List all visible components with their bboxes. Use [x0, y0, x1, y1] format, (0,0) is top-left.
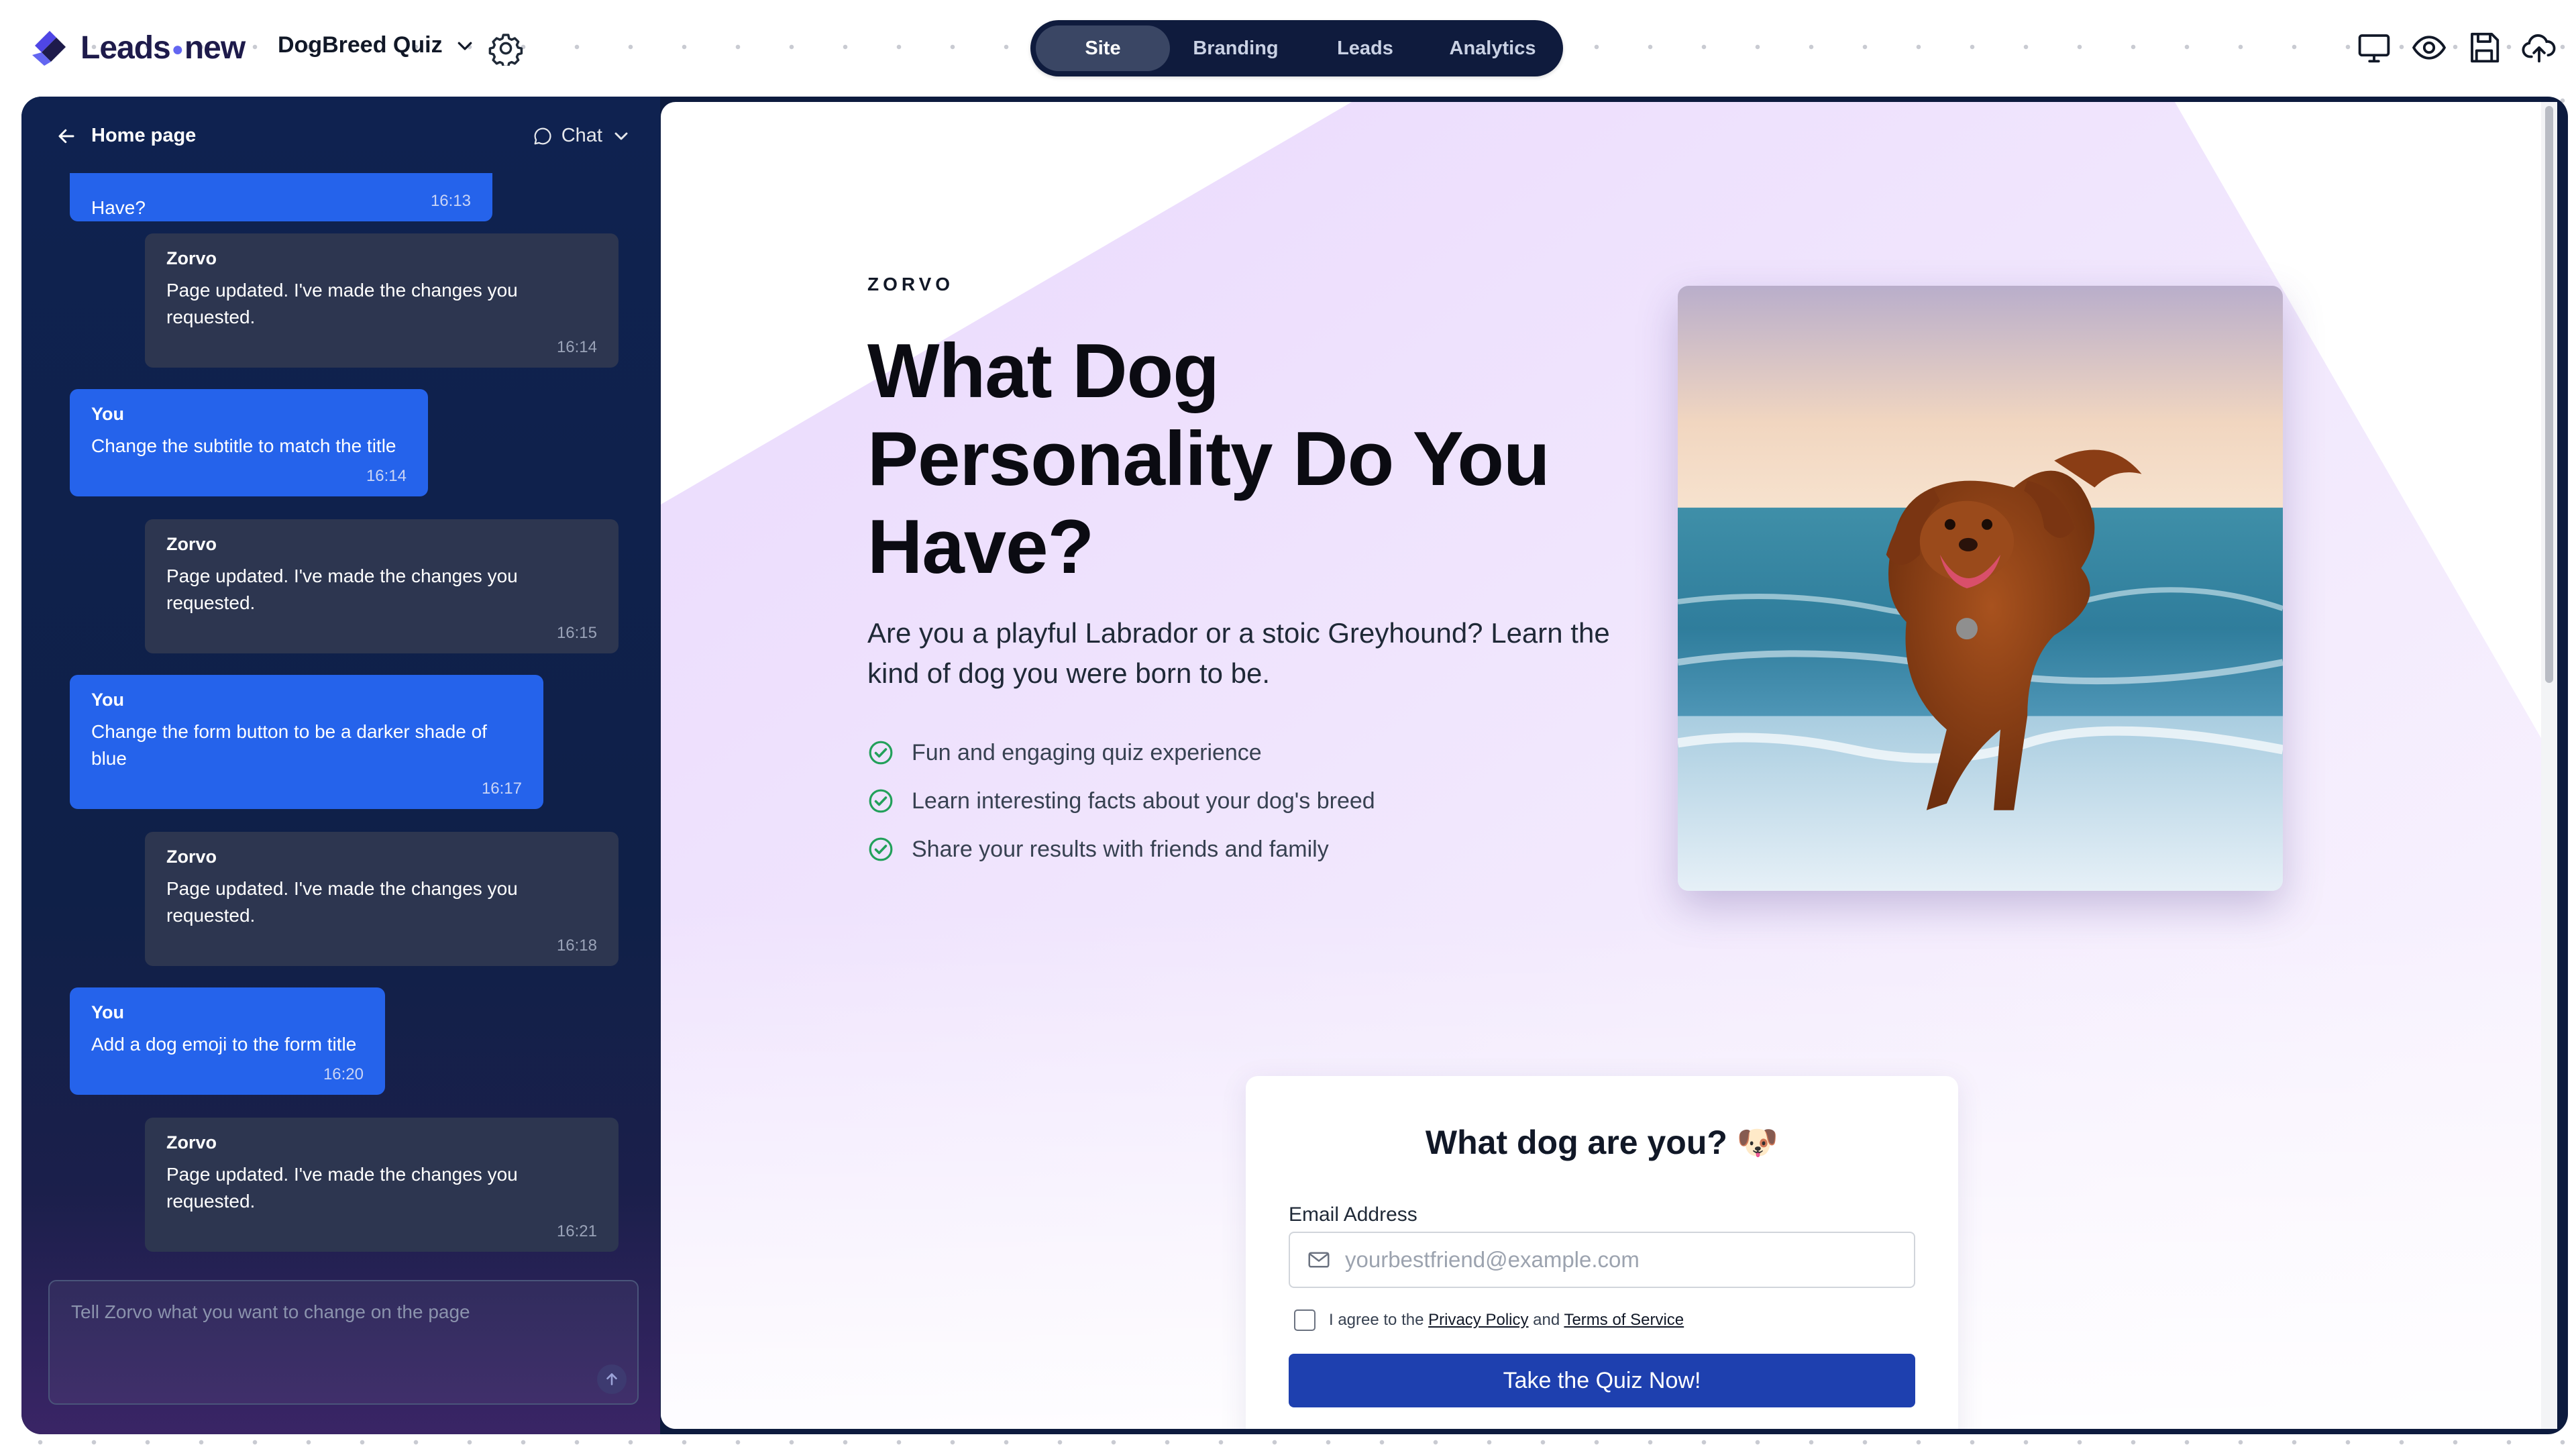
toolbar-actions: [2356, 30, 2557, 66]
arrow-up-icon: [606, 1373, 617, 1385]
arrow-left-icon: [58, 129, 74, 143]
privacy-policy-link[interactable]: Privacy Policy: [1428, 1311, 1528, 1329]
feature-item: Learn interesting facts about your dog's…: [867, 777, 1375, 825]
chat-message-bot: Zorvo Page updated. I've made the change…: [145, 233, 619, 368]
site-preview: ZORVO What Dog Personality Do You Have? …: [661, 102, 2557, 1429]
save-icon[interactable]: [2466, 30, 2502, 66]
send-button[interactable]: [597, 1364, 627, 1394]
dog-on-beach-illustration: [1678, 286, 2283, 891]
mail-icon: [1308, 1252, 1330, 1268]
check-circle-icon: [869, 741, 893, 765]
email-field-wrapper: [1289, 1232, 1915, 1288]
editor-frame: Home page Chat Have? 16:13 Zorvo Page up…: [21, 97, 2568, 1434]
chat-bubble-icon: [534, 127, 551, 144]
chat-input[interactable]: [50, 1281, 637, 1403]
brand-wordmark: ZORVO: [867, 274, 955, 294]
main-tabs: Site Branding Leads Analytics: [1030, 20, 1563, 76]
consent-row: I agree to the Privacy Policy and Terms …: [1294, 1309, 1684, 1331]
chat-messages: Have? 16:13 Zorvo Page updated. I've mad…: [21, 173, 660, 1354]
back-label: Home page: [91, 125, 197, 146]
cloud-upload-icon[interactable]: [2521, 30, 2557, 66]
chat-panel: Home page Chat Have? 16:13 Zorvo Page up…: [21, 97, 660, 1434]
hero-dog-image: [1678, 286, 2283, 891]
chat-message-user: You Change the form button to be a darke…: [70, 675, 543, 809]
chat-message-user: You Add a dog emoji to the form title 16…: [70, 987, 385, 1095]
chat-message-user: Have? 16:13: [70, 173, 492, 221]
gear-icon[interactable]: [488, 31, 523, 66]
tab-branding[interactable]: Branding: [1170, 25, 1301, 71]
take-quiz-button[interactable]: Take the Quiz Now!: [1289, 1354, 1915, 1407]
logo-mark-icon: [32, 31, 66, 66]
consent-checkbox[interactable]: [1294, 1309, 1316, 1331]
eye-icon[interactable]: [2411, 30, 2447, 66]
form-title: What dog are you? 🐶: [1425, 1124, 1779, 1161]
chat-message-bot: Zorvo Page updated. I've made the change…: [145, 519, 619, 653]
tab-leads[interactable]: Leads: [1301, 25, 1429, 71]
email-label: Email Address: [1289, 1203, 1417, 1226]
feature-item: Share your results with friends and fami…: [867, 825, 1375, 873]
chat-message-bot: Zorvo Page updated. I've made the change…: [145, 1118, 619, 1252]
email-field[interactable]: [1345, 1247, 1895, 1273]
project-selector[interactable]: DogBreed Quiz: [278, 32, 475, 58]
back-to-home-button[interactable]: Home page: [56, 125, 196, 147]
logo-text: Leads●new: [80, 30, 246, 66]
tab-site[interactable]: Site: [1036, 25, 1170, 71]
feature-item: Fun and engaging quiz experience: [867, 729, 1375, 777]
desktop-icon[interactable]: [2356, 30, 2392, 66]
scrollbar-thumb[interactable]: [2545, 106, 2553, 683]
chat-mode-dropdown[interactable]: Chat: [532, 125, 632, 147]
chevron-down-icon: [614, 132, 628, 140]
chat-message-user: You Change the subtitle to match the tit…: [70, 389, 428, 496]
chat-input-box: [48, 1280, 639, 1405]
chevron-down-icon: [458, 42, 472, 50]
chat-header: Home page Chat: [21, 97, 660, 173]
consent-text: I agree to the Privacy Policy and Terms …: [1329, 1311, 1684, 1329]
chat-message-bot: Zorvo Page updated. I've made the change…: [145, 832, 619, 966]
terms-of-service-link[interactable]: Terms of Service: [1564, 1311, 1684, 1329]
chat-mode-label: Chat: [561, 125, 602, 146]
tab-analytics[interactable]: Analytics: [1429, 25, 1556, 71]
hero-title: What Dog Personality Do You Have?: [867, 329, 1550, 590]
hero-subtitle: Are you a playful Labrador or a stoic Gr…: [867, 617, 1610, 689]
top-bar: Leads●new DogBreed Quiz Site Branding Le…: [0, 0, 2576, 97]
preview-scrollbar[interactable]: [2541, 102, 2557, 1429]
check-circle-icon: [869, 837, 893, 861]
lead-form-card: What dog are you? 🐶 Email Address I agre…: [1246, 1076, 1958, 1429]
check-circle-icon: [869, 789, 893, 813]
app-logo[interactable]: Leads●new: [30, 27, 246, 68]
feature-list: Fun and engaging quiz experience Learn i…: [867, 729, 1375, 873]
project-name: DogBreed Quiz: [278, 32, 443, 58]
